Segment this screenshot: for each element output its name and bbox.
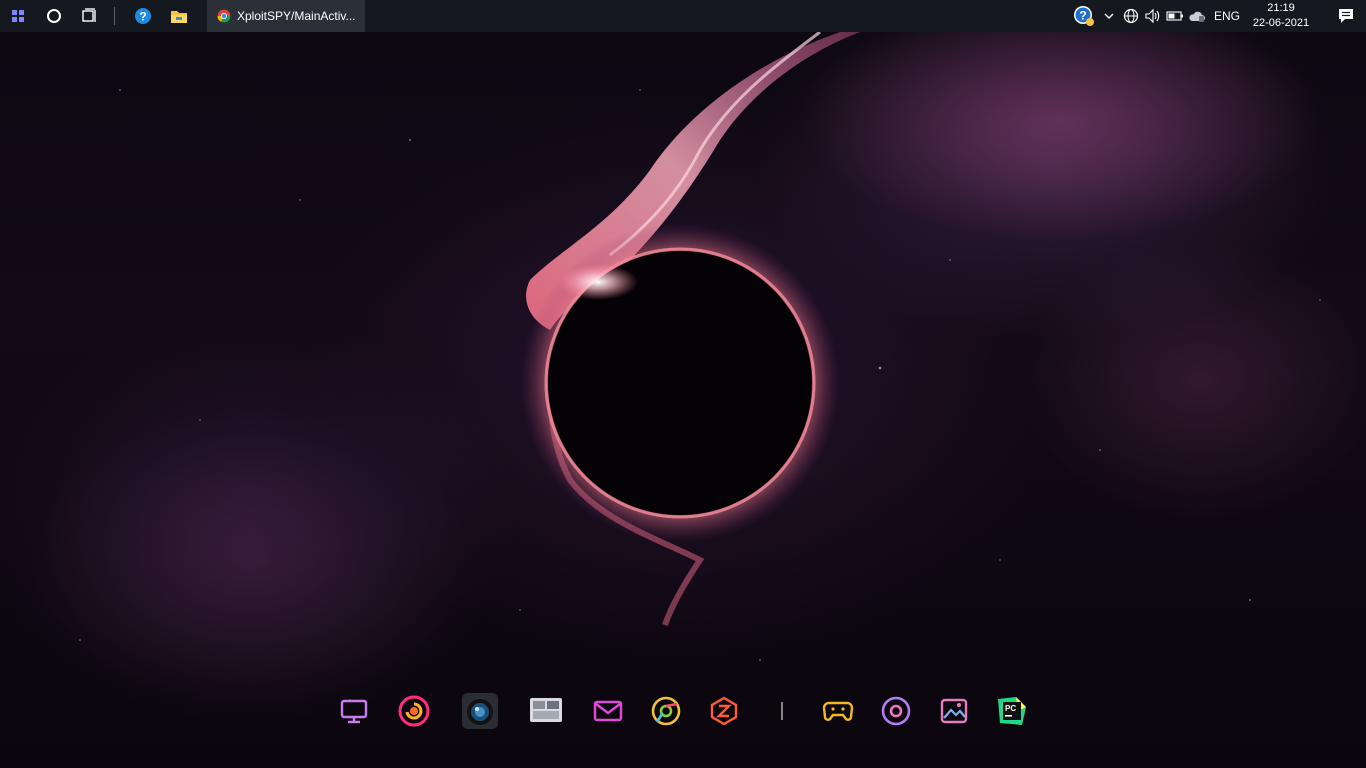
show-hidden-icons-button[interactable] bbox=[1098, 0, 1120, 32]
clock-date: 22-06-2021 bbox=[1252, 17, 1310, 29]
chrome-dock-icon bbox=[651, 696, 681, 726]
black-hole-wallpaper bbox=[30, 0, 1366, 710]
dock-chrome[interactable] bbox=[644, 686, 688, 736]
app-dock: PC bbox=[330, 686, 1042, 738]
file-explorer-button[interactable] bbox=[161, 0, 197, 32]
task-view-icon bbox=[82, 8, 96, 22]
search-button[interactable] bbox=[36, 0, 72, 32]
mail-icon bbox=[593, 700, 623, 722]
photos-app-icon bbox=[530, 698, 562, 722]
dock-photos-app[interactable] bbox=[524, 686, 568, 736]
clock-time: 21:19 bbox=[1267, 2, 1295, 14]
taskbar-separator bbox=[114, 7, 115, 25]
window-title: XploitSPY/MainActiv... bbox=[237, 9, 356, 23]
onedrive-cloud-icon bbox=[1189, 11, 1205, 22]
network-button[interactable] bbox=[1120, 0, 1142, 32]
battery-icon bbox=[1166, 11, 1183, 21]
volume-icon bbox=[1145, 8, 1160, 24]
file-explorer-icon bbox=[171, 11, 187, 23]
dock-camera[interactable] bbox=[458, 686, 502, 736]
gallery-icon bbox=[940, 698, 968, 724]
this-pc-icon bbox=[340, 699, 368, 724]
dock-pycharm[interactable]: PC bbox=[990, 686, 1034, 736]
svg-text:?: ? bbox=[1079, 9, 1086, 23]
svg-text:?: ? bbox=[139, 10, 146, 24]
dock-this-pc[interactable] bbox=[332, 686, 376, 736]
dock-gallery[interactable] bbox=[932, 686, 976, 736]
filezilla-icon bbox=[710, 696, 738, 726]
help-tray-icon: ? bbox=[1073, 6, 1094, 26]
language-indicator[interactable]: ENG bbox=[1214, 9, 1240, 23]
firefox-icon bbox=[398, 695, 430, 727]
action-center-button[interactable] bbox=[1326, 0, 1366, 32]
help-tray-button[interactable]: ? bbox=[1070, 0, 1098, 32]
dock-media[interactable] bbox=[874, 686, 918, 736]
desktop: ? XploitSPY/MainActiv... ? ENG 21:19 22-… bbox=[0, 0, 1366, 768]
clock[interactable]: 21:19 22-06-2021 bbox=[1250, 1, 1312, 31]
battery-button[interactable] bbox=[1164, 0, 1186, 32]
taskbar: ? XploitSPY/MainActiv... ? ENG 21:19 22-… bbox=[0, 0, 1366, 32]
disc-icon bbox=[881, 696, 911, 726]
help-taskbar-button[interactable]: ? bbox=[125, 0, 161, 32]
dock-mail[interactable] bbox=[586, 686, 630, 736]
dock-separator bbox=[760, 686, 804, 736]
cortana-circle-icon bbox=[47, 9, 61, 23]
dock-filezilla[interactable] bbox=[702, 686, 746, 736]
gamepad-icon bbox=[822, 701, 854, 721]
chrome-icon bbox=[217, 9, 231, 23]
volume-button[interactable] bbox=[1142, 0, 1164, 32]
system-tray: ? ENG 21:19 22-06-2021 bbox=[1070, 0, 1366, 32]
start-button[interactable] bbox=[0, 0, 36, 32]
svg-text:PC: PC bbox=[1005, 704, 1016, 713]
onedrive-button[interactable] bbox=[1186, 0, 1208, 32]
pycharm-icon: PC bbox=[998, 697, 1026, 725]
camera-icon bbox=[462, 693, 498, 729]
network-globe-icon bbox=[1123, 8, 1139, 24]
chrome-taskbar-window[interactable]: XploitSPY/MainActiv... bbox=[207, 0, 365, 32]
help-icon: ? bbox=[135, 8, 151, 24]
separator-line bbox=[781, 702, 783, 720]
dock-games[interactable] bbox=[816, 686, 860, 736]
action-center-icon bbox=[1339, 9, 1353, 23]
chevron-up-icon bbox=[1104, 13, 1114, 19]
start-menu-icon bbox=[12, 10, 24, 22]
task-view-button[interactable] bbox=[72, 0, 108, 32]
dock-firefox[interactable] bbox=[392, 686, 436, 736]
